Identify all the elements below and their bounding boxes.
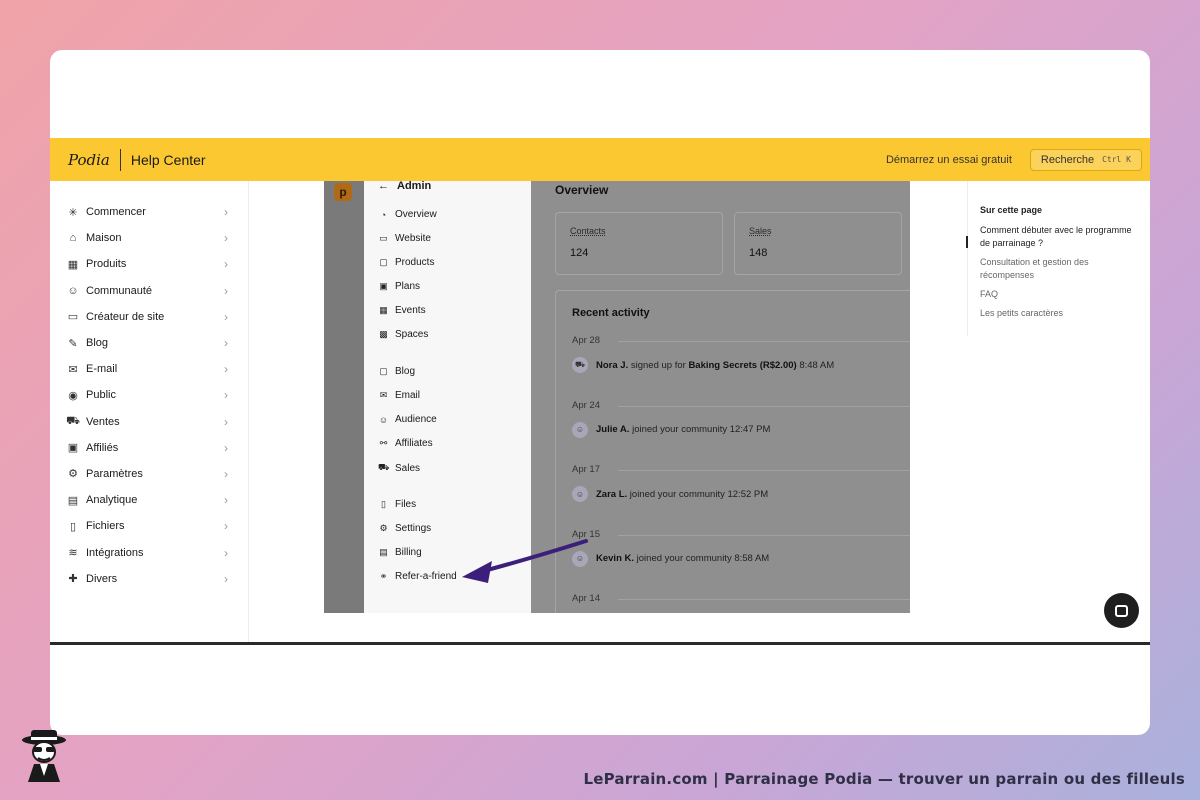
sidebar-item-label: Affiliés	[86, 441, 119, 454]
sidebar-item-label: Commencer	[86, 206, 146, 219]
free-trial-link[interactable]: Démarrez un essai gratuit	[886, 154, 1012, 166]
puzzle-icon: ✚	[68, 573, 78, 586]
top-navigation-bar: Podia Help Center Démarrez un essai grat…	[50, 138, 1150, 181]
sidebar-item-label: Divers	[86, 572, 118, 585]
embedded-screenshot: p ← Admin ◔ Overview ▭ Website ▢ Products ▣ Pla…	[324, 181, 910, 613]
leparrain-mascot-icon	[22, 730, 66, 782]
chevron-right-icon: ›	[224, 309, 228, 324]
footer-caption: LeParrain.com | Parrainage Podia — trouv…	[583, 770, 1185, 788]
toc-item[interactable]: Les petits caractères	[980, 307, 1138, 320]
toc-item[interactable]: Comment débuter avec le programme de par…	[980, 224, 1138, 250]
sidebar-item[interactable]: ✉ E-mail ›	[50, 356, 248, 382]
toc-item[interactable]: FAQ	[980, 288, 1138, 301]
chat-launcher-button[interactable]	[1104, 593, 1139, 628]
podia-logo[interactable]: Podia	[68, 151, 110, 169]
help-center-title[interactable]: Help Center	[131, 152, 206, 168]
chevron-right-icon: ›	[224, 388, 228, 403]
category-sidebar: ✳ Commencer › ⌂ Maison › ▦ Produits › ☺ Communauté…	[50, 181, 249, 643]
sidebar-item-label: Paramètres	[86, 467, 143, 480]
bottom-divider	[50, 642, 1150, 645]
toc-title: Sur cette page	[980, 205, 1043, 215]
sidebar-item[interactable]: ▭ Créateur de site ›	[50, 304, 248, 330]
chevron-right-icon: ›	[224, 283, 228, 298]
edit-icon: ✎	[68, 337, 78, 350]
chevron-right-icon: ›	[224, 571, 228, 586]
sidebar-item-label: Fichiers	[86, 520, 125, 533]
user-circle-icon: ◉	[68, 389, 78, 402]
help-center-card: Podia Help Center Démarrez un essai grat…	[50, 50, 1150, 735]
sparkle-icon: ✳	[68, 206, 78, 219]
wifi-icon: ≋	[68, 547, 78, 560]
sidebar-item-label: Maison	[86, 232, 122, 245]
sidebar-item[interactable]: ✳ Commencer ›	[50, 199, 248, 225]
sidebar-item-label: Produits	[86, 258, 127, 271]
sidebar-item[interactable]: ▦ Produits ›	[50, 251, 248, 277]
chevron-right-icon: ›	[224, 545, 228, 560]
sidebar-item[interactable]: ☺ Communauté ›	[50, 278, 248, 304]
chevron-right-icon: ›	[224, 414, 228, 429]
mail-icon: ✉	[68, 363, 78, 376]
logo-divider	[119, 148, 121, 171]
chart-icon: ▤	[67, 494, 79, 507]
sidebar-item[interactable]: ⚙ Paramètres ›	[50, 461, 248, 487]
sidebar-item[interactable]: ✎ Blog ›	[50, 330, 248, 356]
chevron-right-icon: ›	[224, 336, 228, 351]
sidebar-item-label: Ventes	[86, 415, 120, 428]
sidebar-item-label: Analytique	[86, 494, 138, 507]
sidebar-item-label: Blog	[86, 337, 109, 350]
sidebar-item[interactable]: ⌂ Maison ›	[50, 225, 248, 251]
chevron-right-icon: ›	[224, 205, 228, 220]
folder-icon: ▯	[69, 520, 77, 533]
gear-icon: ⚙	[68, 468, 78, 481]
grid-icon: ▦	[67, 258, 79, 271]
chevron-right-icon: ›	[224, 257, 228, 272]
sidebar-item[interactable]: ✚ Divers ›	[50, 566, 248, 592]
sidebar-item[interactable]: ◉ Public ›	[50, 382, 248, 408]
sidebar-item[interactable]: ≋ Intégrations ›	[50, 539, 248, 565]
header-actions: Démarrez un essai gratuit Recherche Ctrl…	[886, 148, 1142, 171]
sidebar-item-label: Intégrations	[86, 546, 144, 559]
toc-active-marker	[966, 236, 968, 248]
chevron-right-icon: ›	[224, 231, 228, 246]
chevron-right-icon: ›	[224, 519, 228, 534]
sidebar-item[interactable]: ⛟ Ventes ›	[50, 409, 248, 435]
sidebar-item[interactable]: ▣ Affiliés ›	[50, 435, 248, 461]
sidebar-item-label: Créateur de site	[86, 310, 165, 323]
toc-item[interactable]: Consultation et gestion des récompenses	[980, 256, 1138, 282]
home-icon: ⌂	[69, 232, 77, 245]
sidebar-item[interactable]: ▯ Fichiers ›	[50, 513, 248, 539]
sidebar-item[interactable]: ▤ Analytique ›	[50, 487, 248, 513]
sidebar-item-label: Communauté	[86, 284, 153, 297]
cart-icon: ⛟	[66, 414, 80, 427]
sidebar-item-label: Public	[86, 389, 116, 402]
chevron-right-icon: ›	[224, 362, 228, 377]
chat-icon	[1115, 604, 1128, 617]
monitor-icon: ▭	[67, 311, 79, 324]
chevron-right-icon: ›	[224, 440, 228, 455]
chevron-right-icon: ›	[224, 493, 228, 508]
search-shortcut: Ctrl K	[1102, 155, 1131, 164]
table-of-contents: Sur cette page Comment débuter avec le p…	[966, 181, 1150, 336]
sidebar-item-label: E-mail	[86, 363, 118, 376]
search-label: Recherche	[1040, 153, 1095, 166]
money-icon: ▣	[67, 442, 79, 455]
pointer-arrow-icon	[462, 539, 588, 583]
chevron-right-icon: ›	[224, 466, 228, 481]
users-icon: ☺	[67, 284, 79, 297]
search-button[interactable]: Recherche Ctrl K	[1029, 148, 1142, 171]
